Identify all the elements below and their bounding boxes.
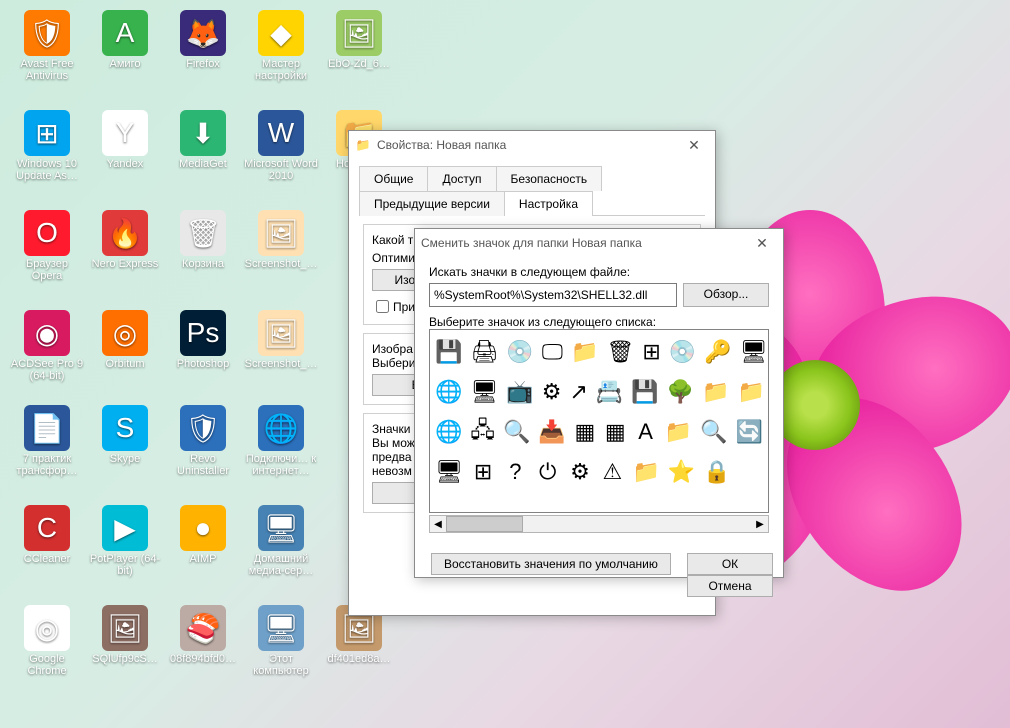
icon-choice[interactable]: 🖥: [739, 334, 769, 370]
tab-security[interactable]: Безопасность: [496, 166, 603, 191]
icon-choice[interactable]: 📁: [664, 414, 693, 450]
desktop-icon[interactable]: 🛡Avast Free Antivirus: [10, 10, 84, 82]
desktop-icon[interactable]: 🍣08f894bfd0…: [166, 605, 240, 665]
icon-choice[interactable]: 🌳: [666, 374, 695, 410]
close-icon[interactable]: ✕: [747, 235, 777, 252]
icon-choice[interactable]: 🔄: [735, 414, 764, 450]
desktop-icon[interactable]: 🗑Корзина: [166, 210, 240, 270]
browse-button[interactable]: Обзор...: [683, 283, 769, 307]
desktop-icon[interactable]: 🦊Firefox: [166, 10, 240, 70]
tab-access[interactable]: Доступ: [427, 166, 496, 191]
desktop-icon[interactable]: ●AIMP: [166, 505, 240, 565]
close-icon[interactable]: ✕: [679, 137, 709, 154]
icon-choice[interactable]: 🔑: [703, 334, 732, 370]
change-icon-body: Искать значки в следующем файле: Обзор..…: [415, 257, 783, 545]
icon-choice[interactable]: ⊞: [470, 454, 496, 490]
icon-choice[interactable]: ↗: [568, 374, 588, 410]
desktop-icon[interactable]: ▶PotPlayer (64-bit): [88, 505, 162, 577]
desktop-icon[interactable]: ⬇MediaGet: [166, 110, 240, 170]
desktop-icon[interactable]: ◎Google Chrome: [10, 605, 84, 677]
desktop-icon[interactable]: CCCleaner: [10, 505, 84, 565]
icon-choice[interactable]: 📁: [570, 334, 599, 370]
desktop-icon[interactable]: YYandex: [88, 110, 162, 170]
icon-choice[interactable]: 📁: [632, 454, 661, 490]
icon-choice[interactable]: 🌐: [434, 414, 463, 450]
icon-list[interactable]: 💾🖨💿🖵📁🗑⊞💿🔑🖥🌐🖥📺⚙↗📇💾🌳📁📁🌐🖧🔍📥▦▦A📁🔍🔄🖥⊞?⏻⚙⚠📁⭐🔒: [429, 329, 769, 513]
tabs-row2: Предыдущие версии Настройка: [359, 190, 705, 216]
desktop-icon[interactable]: 🖥Домашний медиа-сер…: [244, 505, 318, 577]
icon-path-input[interactable]: [429, 283, 677, 307]
scroll-right-icon[interactable]: ▶: [752, 519, 768, 530]
desktop-icon[interactable]: 🛡Revo Uninstaller: [166, 405, 240, 477]
icon-choice[interactable]: 🌐: [434, 374, 463, 410]
icon-choice[interactable]: ▦: [603, 414, 627, 450]
icon-choice[interactable]: A: [633, 414, 657, 450]
icon-choice[interactable]: ⚙: [567, 454, 593, 490]
tab-customize[interactable]: Настройка: [504, 191, 593, 216]
desktop-icon[interactable]: 🖼EbO-Zd_6…: [322, 10, 396, 70]
icon-choice[interactable]: [738, 454, 764, 490]
restore-defaults-button[interactable]: Восстановить значения по умолчанию: [431, 553, 671, 575]
icon-choice[interactable]: ⊞: [641, 334, 661, 370]
cancel-button[interactable]: Отмена: [687, 575, 773, 597]
window-title: Свойства: Новая папка: [377, 138, 506, 152]
icon-choice[interactable]: ⏻: [535, 454, 561, 490]
window-title: Сменить значок для папки Новая папка: [421, 236, 642, 250]
icon-choice[interactable]: 📁: [701, 374, 730, 410]
icon-choice[interactable]: 💿: [505, 334, 534, 370]
desktop-icon[interactable]: ◆Мастер настройки: [244, 10, 318, 82]
icon-choice[interactable]: 🖨: [469, 334, 499, 370]
icon-choice[interactable]: 🖥: [469, 374, 499, 410]
icon-choice[interactable]: 📁: [737, 374, 766, 410]
icon-choice[interactable]: ⚙: [541, 374, 563, 410]
icon-choice[interactable]: ⭐: [667, 454, 696, 490]
desktop-icon[interactable]: OБраузер Opera: [10, 210, 84, 282]
icon-choice[interactable]: 🖧: [469, 414, 496, 450]
folder-icon: 📁: [355, 137, 371, 153]
desktop-icon[interactable]: 🖼Screenshot_…: [244, 210, 318, 270]
search-label: Искать значки в следующем файле:: [429, 265, 769, 279]
desktop-icon[interactable]: PsPhotoshop: [166, 310, 240, 370]
titlebar[interactable]: Сменить значок для папки Новая папка ✕: [415, 229, 783, 257]
desktop-icon[interactable]: 🔥Nero Express: [88, 210, 162, 270]
icon-choice[interactable]: 💾: [434, 334, 463, 370]
desktop-icon[interactable]: 📄7 практик трансфор…: [10, 405, 84, 477]
icon-choice[interactable]: 📺: [505, 374, 534, 410]
desktop-icon[interactable]: 🖼Screenshot_…: [244, 310, 318, 370]
desktop-icon[interactable]: ⊞Windows 10 Update As…: [10, 110, 84, 182]
icon-choice[interactable]: 🔒: [702, 454, 731, 490]
tabs-row1: Общие Доступ Безопасность: [359, 165, 705, 191]
icon-choice[interactable]: 🗑: [605, 334, 635, 370]
desktop-icon[interactable]: 🖥Этот компьютер: [244, 605, 318, 677]
scroll-left-icon[interactable]: ◀: [430, 519, 446, 530]
tab-general[interactable]: Общие: [359, 166, 428, 191]
desktop-icon[interactable]: ◉ACDSee Pro 9 (64-bit): [10, 310, 84, 382]
desktop-icon[interactable]: ◎Orbitum: [88, 310, 162, 370]
desktop-icon[interactable]: SSkype: [88, 405, 162, 465]
tab-prev-versions[interactable]: Предыдущие версии: [359, 191, 505, 216]
icon-scrollbar[interactable]: ◀ ▶: [429, 515, 769, 533]
ok-button[interactable]: ОК: [687, 553, 773, 575]
titlebar[interactable]: 📁 Свойства: Новая папка ✕: [349, 131, 715, 159]
icon-choice[interactable]: 📇: [595, 374, 624, 410]
icon-choice[interactable]: 🔍: [699, 414, 728, 450]
icon-choice[interactable]: 💾: [630, 374, 659, 410]
icon-choice[interactable]: 🔍: [502, 414, 531, 450]
icon-choice[interactable]: 🖥: [434, 454, 464, 490]
desktop-icon[interactable]: AАмиго: [88, 10, 162, 70]
desktop-icon[interactable]: 🖼SQlUfp9cS…: [88, 605, 162, 665]
icon-choice[interactable]: ?: [502, 454, 528, 490]
icon-choice[interactable]: 🖵: [541, 334, 564, 370]
icon-choice[interactable]: ▦: [573, 414, 597, 450]
icon-choice[interactable]: 💿: [668, 334, 697, 370]
desktop-icon[interactable]: WMicrosoft Word 2010: [244, 110, 318, 182]
change-icon-window: Сменить значок для папки Новая папка ✕ И…: [414, 228, 784, 578]
icon-choice[interactable]: ⚠: [599, 454, 625, 490]
change-icon-footer: Восстановить значения по умолчанию ОК От…: [415, 545, 783, 605]
desktop-icon[interactable]: 🌐Подключи… к интернет…: [244, 405, 318, 477]
select-icon-label: Выберите значок из следующего списка:: [429, 315, 769, 329]
icon-choice[interactable]: 📥: [537, 414, 566, 450]
